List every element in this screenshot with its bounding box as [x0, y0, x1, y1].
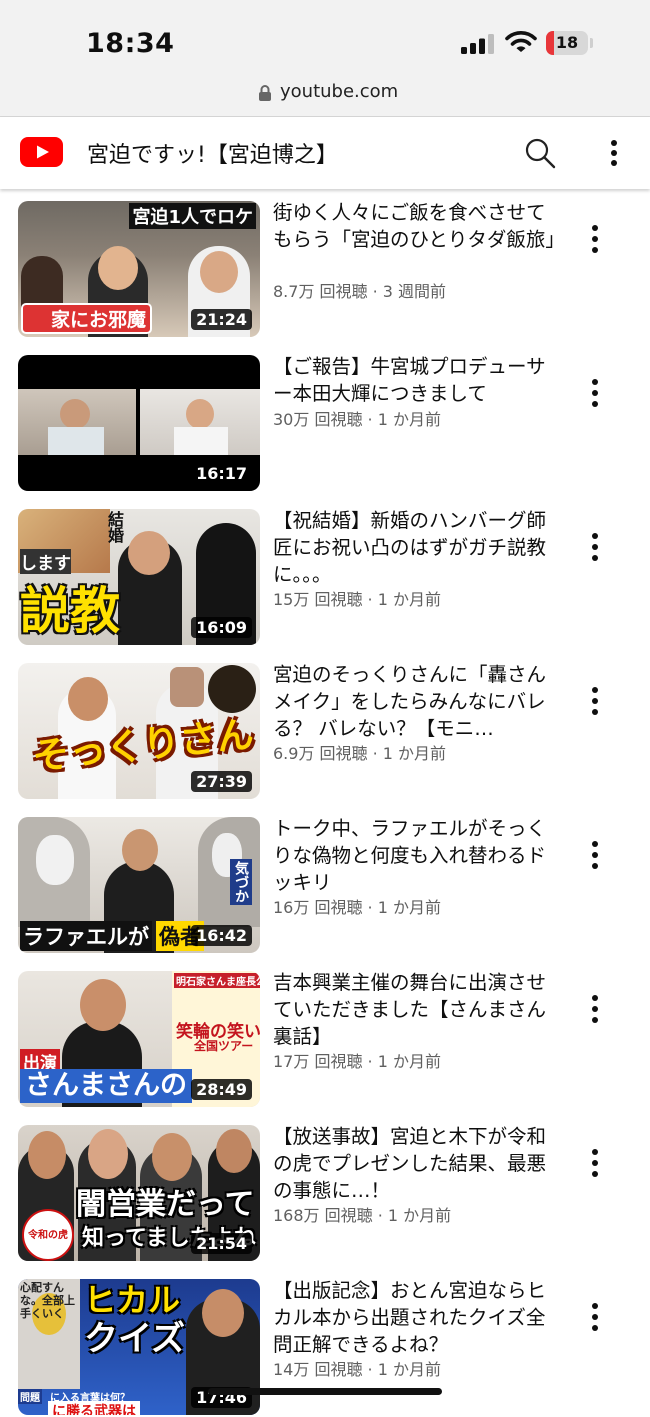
thumbnail-caption: 結婚 — [105, 511, 124, 543]
video-duration: 21:54 — [191, 1233, 252, 1254]
video-meta: 168万 回視聴 · 1 か月前 — [273, 1206, 452, 1225]
home-indicator[interactable] — [208, 1388, 442, 1395]
reiwa-no-tora-logo-icon: 令和の虎 — [22, 1209, 74, 1261]
video-meta: 14万 回視聴 · 1 か月前 — [273, 1360, 441, 1379]
video-item[interactable]: 16:17 【ご報告】牛宮城プロデューサー本田大輝につきまして 30万 回視聴 … — [0, 343, 650, 493]
thumbnail-caption: 令和の虎 — [28, 1230, 68, 1241]
thumbnail-caption: ラファエルが — [20, 921, 152, 951]
youtube-logo-icon[interactable] — [20, 137, 63, 167]
video-title[interactable]: 【ご報告】牛宮城プロデューサー本田大輝につきまして — [273, 353, 558, 407]
video-thumbnail[interactable]: 16:17 — [18, 355, 260, 491]
video-title[interactable]: 【放送事故】宮迫と木下が令和の虎でプレゼンした結果、最悪の事態に…！ — [273, 1123, 558, 1204]
video-title[interactable]: 宮迫のそっくりさんに「轟さんメイク」をしたらみんなにバレる？ バレない？【モニ… — [273, 661, 558, 742]
video-meta: 16万 回視聴 · 1 か月前 — [273, 898, 441, 917]
video-thumbnail[interactable]: そっくりさん 27:39 — [18, 663, 260, 799]
more-vert-icon[interactable] — [602, 137, 626, 169]
thumbnail-caption: 気づか — [230, 859, 252, 905]
thumbnail-caption: ヒカル — [84, 1281, 181, 1319]
video-meta: 15万 回視聴 · 1 か月前 — [273, 590, 441, 609]
thumbnail-caption: 心配すんな。全部上手くいく — [20, 1281, 75, 1320]
battery-percentage: 18 — [555, 33, 579, 52]
thumbnail-caption: 闇営業だって — [76, 1187, 255, 1222]
thumbnail-caption: 問題 — [18, 1389, 42, 1404]
video-thumbnail[interactable]: 明石家さんま座長公演 笑輪の笑い 全国ツアー 出演 さんまさんの 28:49 — [18, 971, 260, 1107]
video-thumbnail[interactable]: 結婚 します 説教 16:09 — [18, 509, 260, 645]
video-duration: 16:09 — [191, 617, 252, 638]
video-duration: 28:49 — [191, 1079, 252, 1100]
video-meta: 6.9万 回視聴 · 1 か月前 — [273, 744, 447, 763]
video-duration: 16:17 — [191, 463, 252, 484]
video-item[interactable]: 宮迫1人でロケ 家にお邪魔 21:24 街ゆく人々にご飯を食べさせてもらう「宮迫… — [0, 189, 650, 339]
more-vert-icon[interactable] — [586, 685, 604, 717]
video-title[interactable]: 街ゆく人々にご飯を食べさせてもらう「宮迫のひとりタダ飯旅」 — [273, 199, 558, 253]
video-thumbnail[interactable]: ラファエルが 偽者 気づか 16:42 — [18, 817, 260, 953]
thumbnail-caption: に勝る武器は — [48, 1401, 140, 1415]
channel-title: 宮迫ですッ!【宮迫博之】 — [87, 143, 338, 168]
more-vert-icon[interactable] — [586, 531, 604, 563]
video-duration: 27:39 — [191, 771, 252, 792]
video-duration: 16:42 — [191, 925, 252, 946]
thumbnail-caption: します — [20, 549, 71, 574]
cellular-signal-icon — [461, 34, 494, 54]
lock-icon — [259, 85, 271, 101]
video-meta: 8.7万 回視聴 · 3 週間前 — [273, 282, 447, 301]
more-vert-icon[interactable] — [586, 1301, 604, 1333]
status-time: 18:34 — [86, 28, 175, 59]
video-title[interactable]: 【出版記念】おとん宮迫ならヒカル本から出題されたクイズ全問正解できるよね？ — [273, 1277, 558, 1358]
more-vert-icon[interactable] — [586, 839, 604, 871]
video-item[interactable]: 結婚 します 説教 16:09 【祝結婚】新婚のハンバーグ師匠にお祝い凸のはずが… — [0, 497, 650, 647]
channel-header: 宮迫ですッ!【宮迫博之】 — [0, 117, 650, 189]
battery-tip — [590, 38, 593, 48]
thumbnail-caption: 全国ツアー — [194, 1039, 254, 1053]
thumbnail-caption: 明石家さんま座長公演 — [174, 973, 260, 988]
more-vert-icon[interactable] — [586, 1147, 604, 1179]
wifi-icon — [505, 31, 537, 52]
more-vert-icon[interactable] — [586, 377, 604, 409]
thumbnail-caption: 宮迫1人でロケ — [129, 203, 256, 229]
video-title[interactable]: 吉本興業主催の舞台に出演させていただきました【さんまさん裏話】 — [273, 969, 558, 1050]
browser-url-bar[interactable]: youtube.com — [0, 78, 650, 117]
video-meta: 17万 回視聴 · 1 か月前 — [273, 1052, 441, 1071]
video-item[interactable]: そっくりさん 27:39 宮迫のそっくりさんに「轟さんメイク」をしたらみんなにバ… — [0, 651, 650, 801]
battery-indicator: 18 — [546, 31, 588, 55]
video-meta: 30万 回視聴 · 1 か月前 — [273, 410, 441, 429]
thumbnail-caption: さんまさんの — [20, 1069, 192, 1103]
thumbnail-caption: 家にお邪魔 — [21, 303, 153, 334]
thumbnail-caption: クイズ — [84, 1319, 185, 1359]
video-thumbnail[interactable]: 闇営業だって 知ってましたよね 令和の虎 21:54 — [18, 1125, 260, 1261]
search-icon[interactable] — [524, 137, 556, 169]
video-item[interactable]: 明石家さんま座長公演 笑輪の笑い 全国ツアー 出演 さんまさんの 28:49 吉… — [0, 959, 650, 1109]
video-title[interactable]: トーク中、ラファエルがそっくりな偽物と何度も入れ替わるドッキリ — [273, 815, 558, 896]
more-vert-icon[interactable] — [586, 223, 604, 255]
video-item[interactable]: 闇営業だって 知ってましたよね 令和の虎 21:54 【放送事故】宮迫と木下が令… — [0, 1113, 650, 1263]
url-text: youtube.com — [280, 81, 399, 102]
status-bar: 18:34 18 — [0, 0, 650, 78]
video-thumbnail[interactable]: 宮迫1人でロケ 家にお邪魔 21:24 — [18, 201, 260, 337]
video-item[interactable]: ラファエルが 偽者 気づか 16:42 トーク中、ラファエルがそっくりな偽物と何… — [0, 805, 650, 955]
thumbnail-caption: 説教 — [20, 582, 120, 640]
video-duration: 21:24 — [191, 309, 252, 330]
more-vert-icon[interactable] — [586, 993, 604, 1025]
video-title[interactable]: 【祝結婚】新婚のハンバーグ師匠にお祝い凸のはずがガチ説教に。。。 — [273, 507, 558, 588]
